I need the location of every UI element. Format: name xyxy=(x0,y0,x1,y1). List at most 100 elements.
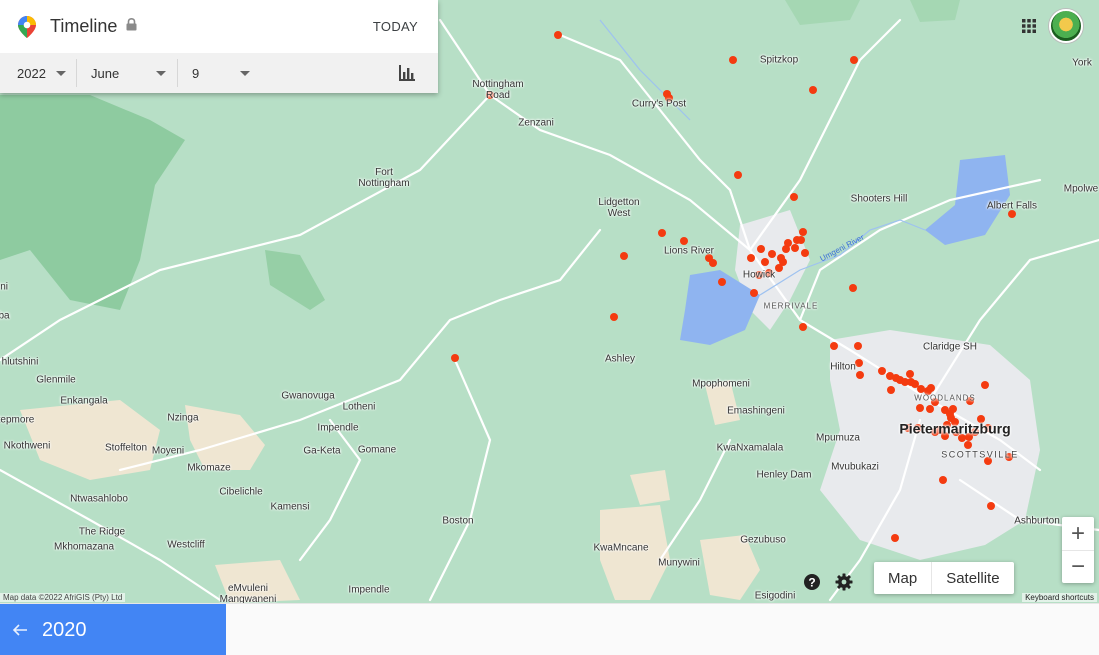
bottom-bar: 2020 xyxy=(0,603,1099,655)
visit-marker[interactable] xyxy=(784,239,792,247)
place-label: Henley Dam xyxy=(756,469,812,481)
place-label: ba xyxy=(0,310,10,322)
arrow-left-icon xyxy=(12,624,27,636)
zoom-in-button[interactable]: + xyxy=(1062,517,1094,550)
place-label: Cibelichle xyxy=(219,486,263,498)
help-icon: ? xyxy=(804,574,820,590)
visit-marker[interactable] xyxy=(709,259,717,267)
place-label: Hilton xyxy=(830,361,856,373)
place-label: Nottingham Road xyxy=(472,79,524,101)
month-select[interactable]: June xyxy=(77,53,177,93)
visit-marker[interactable] xyxy=(750,289,758,297)
place-label: Gwanovuga xyxy=(281,390,335,402)
visit-marker[interactable] xyxy=(799,323,807,331)
day-value: 9 xyxy=(192,65,200,81)
place-label: WOODLANDS xyxy=(914,393,976,403)
svg-text:?: ? xyxy=(808,576,815,590)
place-label: Pietermaritzburg xyxy=(899,420,1011,437)
visit-marker[interactable] xyxy=(854,342,862,350)
visit-marker[interactable] xyxy=(729,56,737,64)
visit-marker[interactable] xyxy=(946,410,954,418)
visit-marker[interactable] xyxy=(906,370,914,378)
visit-marker[interactable] xyxy=(799,228,807,236)
lock-icon xyxy=(126,17,137,36)
place-label: Mkhomazana xyxy=(53,541,115,553)
visit-marker[interactable] xyxy=(791,244,799,252)
place-label: Impendle xyxy=(317,422,359,434)
place-label: Nkothweni xyxy=(3,440,51,452)
place-label: Lions River xyxy=(663,245,715,257)
visit-marker[interactable] xyxy=(610,313,618,321)
place-label: Impendle xyxy=(348,584,390,596)
map-type-satellite-button[interactable]: Satellite xyxy=(931,562,1013,594)
place-label: KwaMncane xyxy=(593,542,649,554)
visit-marker[interactable] xyxy=(878,367,886,375)
visit-marker[interactable] xyxy=(680,237,688,245)
place-label: Gezubuso xyxy=(740,534,786,546)
place-label: Claridge SH xyxy=(923,341,977,353)
visit-marker[interactable] xyxy=(620,252,628,260)
visit-marker[interactable] xyxy=(658,229,666,237)
map-type-map-button[interactable]: Map xyxy=(874,562,931,594)
visit-marker[interactable] xyxy=(797,236,805,244)
visit-marker[interactable] xyxy=(926,405,934,413)
visit-marker[interactable] xyxy=(830,342,838,350)
place-label: Mpophomeni xyxy=(692,378,750,390)
visit-marker[interactable] xyxy=(768,250,776,258)
place-label: Nzinga xyxy=(167,412,199,424)
today-button[interactable]: TODAY xyxy=(373,19,418,34)
visit-marker[interactable] xyxy=(734,171,742,179)
place-label: hlutshini xyxy=(1,356,39,368)
visit-marker[interactable] xyxy=(790,193,798,201)
apps-icon xyxy=(1022,19,1036,33)
help-button[interactable]: ? xyxy=(803,573,821,591)
year-select[interactable]: 2022 xyxy=(0,53,76,93)
visit-marker[interactable] xyxy=(747,254,755,262)
settings-button[interactable] xyxy=(835,573,853,591)
visit-marker[interactable] xyxy=(850,56,858,64)
visit-marker[interactable] xyxy=(451,354,459,362)
visit-marker[interactable] xyxy=(964,441,972,449)
previous-year-button[interactable]: 2020 xyxy=(0,604,226,655)
visit-marker[interactable] xyxy=(849,284,857,292)
zoom-out-button[interactable]: − xyxy=(1062,550,1094,583)
visit-marker[interactable] xyxy=(916,404,924,412)
place-label: Glenmile xyxy=(36,374,76,386)
visit-marker[interactable] xyxy=(987,502,995,510)
visit-marker[interactable] xyxy=(856,371,864,379)
visit-marker[interactable] xyxy=(891,534,899,542)
visit-marker[interactable] xyxy=(939,476,947,484)
visit-marker[interactable] xyxy=(761,258,769,266)
keyboard-shortcuts-link[interactable]: Keyboard shortcuts xyxy=(1022,593,1097,602)
visit-marker[interactable] xyxy=(981,381,989,389)
account-avatar[interactable] xyxy=(1049,9,1083,43)
visit-marker[interactable] xyxy=(718,278,726,286)
place-label: Westcliff xyxy=(167,539,205,551)
visit-marker[interactable] xyxy=(757,245,765,253)
visit-marker[interactable] xyxy=(809,86,817,94)
place-label: Emashingeni xyxy=(727,405,785,417)
forest-area xyxy=(785,0,860,25)
place-label: Ntwasahlobo xyxy=(70,493,128,505)
visit-marker[interactable] xyxy=(887,386,895,394)
map-attribution: Map data ©2022 AfriGIS (Pty) Ltd xyxy=(0,593,126,602)
forest-area xyxy=(265,250,325,310)
road xyxy=(558,33,752,252)
visit-marker[interactable] xyxy=(801,249,809,257)
visit-marker[interactable] xyxy=(554,31,562,39)
day-select[interactable]: 9 xyxy=(178,53,258,93)
visit-marker[interactable] xyxy=(927,384,935,392)
bar-chart-icon xyxy=(399,65,415,81)
place-label: Ashley xyxy=(604,353,636,365)
stats-button[interactable] xyxy=(398,64,416,87)
place-label: Mpumuza xyxy=(816,432,860,444)
place-label: Gomane xyxy=(357,444,397,456)
visit-marker[interactable] xyxy=(779,258,787,266)
place-label: The Ridge xyxy=(78,526,126,538)
place-label: Enkangala xyxy=(60,395,108,407)
place-label: Howick xyxy=(742,269,776,281)
map-type-control: Map Satellite xyxy=(874,562,1014,594)
timeline-header: Timeline TODAY xyxy=(0,0,438,53)
apps-grid-icon[interactable] xyxy=(1021,18,1037,39)
place-label: Albert Falls xyxy=(986,200,1038,212)
